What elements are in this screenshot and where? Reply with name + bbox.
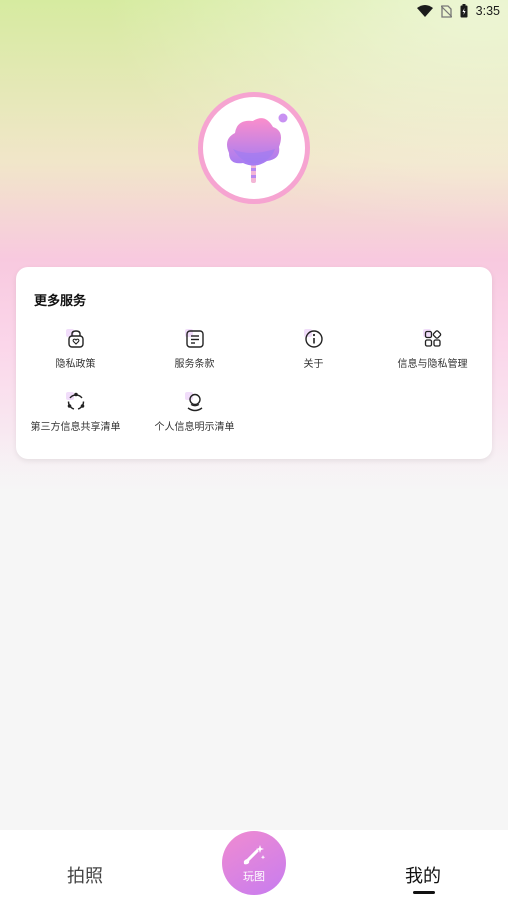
about-label: 关于 [303, 359, 324, 370]
avatar[interactable] [198, 92, 310, 204]
more-services-card: 更多服务 隐私政策 服务条款 关于 信息与隐私管理 第三方信息共享清单 个人信息… [16, 267, 492, 459]
active-tab-indicator [413, 891, 435, 894]
apps-grid-icon [422, 329, 443, 349]
magic-brush-icon [243, 844, 266, 864]
privacy-policy-label: 隐私政策 [55, 359, 96, 370]
terms-document-icon [184, 329, 205, 349]
about-item[interactable]: 关于 [254, 329, 373, 379]
play-button[interactable]: 玩图 [222, 831, 286, 895]
bottom-tab-bar: 拍照 玩图 我的 [0, 830, 508, 904]
third-party-sharing-list-item[interactable]: 第三方信息共享清单 [16, 392, 135, 442]
info-icon [303, 329, 324, 349]
wifi-icon [416, 5, 433, 17]
status-bar: 3:35 [0, 0, 508, 22]
info-privacy-management-item[interactable]: 信息与隐私管理 [373, 329, 492, 379]
share-circle-icon [65, 392, 86, 412]
third-party-sharing-list-label: 第三方信息共享清单 [30, 422, 121, 433]
terms-of-service-label: 服务条款 [174, 359, 215, 370]
person-icon [184, 392, 205, 412]
terms-of-service-item[interactable]: 服务条款 [135, 329, 254, 379]
info-privacy-management-label: 信息与隐私管理 [397, 359, 468, 370]
more-services-title: 更多服务 [34, 293, 87, 308]
tab-photo[interactable]: 拍照 [67, 862, 103, 888]
cotton-candy-logo-icon [227, 113, 288, 183]
no-sim-icon [440, 4, 452, 18]
personal-info-list-item[interactable]: 个人信息明示清单 [135, 392, 254, 442]
play-label: 玩图 [243, 869, 265, 883]
battery-icon [460, 4, 468, 18]
privacy-policy-item[interactable]: 隐私政策 [16, 329, 135, 379]
tab-mine[interactable]: 我的 [405, 862, 441, 888]
status-time: 3:35 [475, 4, 500, 18]
privacy-policy-icon [65, 329, 86, 349]
personal-info-list-label: 个人信息明示清单 [154, 422, 235, 433]
